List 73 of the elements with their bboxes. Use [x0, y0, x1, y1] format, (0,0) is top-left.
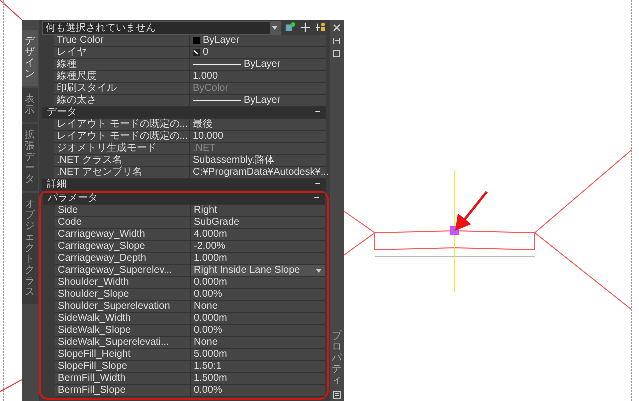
side-tab[interactable]: 表示 — [22, 88, 38, 122]
property-value[interactable]: 10.000 — [190, 131, 326, 142]
property-value[interactable]: 4.000m — [191, 229, 325, 240]
property-value[interactable]: 5.000m — [191, 349, 325, 360]
property-label: レイアウト モードの既定の... — [54, 119, 190, 130]
auto-hide-icon[interactable] — [333, 37, 341, 45]
property-label: Shoulder_Width — [55, 277, 191, 288]
property-label: 線種尺度 — [54, 71, 190, 82]
property-label: SlopeFill_Height — [55, 349, 191, 360]
property-value[interactable]: C:¥ProgramData¥Autodesk¥... — [190, 167, 330, 178]
property-value[interactable]: 1.50:1 — [191, 361, 325, 372]
settings-icon[interactable] — [333, 50, 341, 58]
palette-title: プロパティ — [332, 331, 342, 386]
crosshair-icon[interactable] — [300, 22, 311, 33]
property-label: .NET クラス名 — [54, 155, 190, 166]
property-value[interactable]: 1.000m — [191, 253, 325, 264]
side-tab[interactable]: 拡張データ — [22, 124, 38, 191]
property-label: Carriageway_Depth — [55, 253, 191, 264]
property-label: BermFill_Width — [55, 373, 191, 384]
property-value[interactable]: 0.00% — [191, 325, 325, 336]
property-label: BermFill_Slope — [55, 385, 191, 396]
property-label: SideWalk_Width — [55, 313, 191, 324]
property-label: SlopeFill_Slope — [55, 361, 191, 372]
property-label: 線種 — [54, 59, 190, 70]
property-label: 印刷スタイル — [54, 83, 190, 94]
property-label: Carriageway_Slope — [55, 241, 191, 252]
property-label: Shoulder_Slope — [55, 289, 191, 300]
property-label: SideWalk_Slope — [55, 325, 191, 336]
section-header[interactable]: パラメータ − — [43, 193, 325, 205]
property-value[interactable]: 0.000m — [191, 277, 325, 288]
property-label: Carriageway_Width — [55, 229, 191, 240]
property-value[interactable]: 0.00% — [191, 385, 325, 396]
caret-icon — [316, 268, 322, 272]
property-label: レイアウト モードの既定の... — [54, 131, 190, 142]
palette-icon[interactable] — [333, 391, 341, 399]
property-value[interactable]: -2.00% — [191, 241, 325, 252]
property-value[interactable]: ByLayer — [190, 35, 326, 46]
side-tab[interactable]: デザイン — [22, 30, 38, 86]
property-value[interactable]: None — [191, 301, 325, 312]
property-value[interactable]: 0 — [190, 47, 326, 58]
property-label: .NET アセンブリ名 — [54, 167, 190, 178]
section-header[interactable]: データ − — [42, 107, 326, 119]
caret-icon — [270, 22, 280, 34]
property-value[interactable]: ByLayer — [190, 59, 326, 70]
section-header[interactable]: 詳細 − — [42, 179, 326, 191]
property-label: SideWalk_Superelevati... — [55, 337, 191, 348]
property-value[interactable]: 1.500m — [191, 373, 325, 384]
property-value[interactable]: ByLayer — [190, 95, 326, 106]
property-label: レイヤ — [54, 47, 190, 58]
property-value[interactable]: Subassembly.路体 — [190, 155, 326, 166]
property-value[interactable]: SubGrade — [191, 217, 325, 228]
property-value[interactable]: None — [191, 337, 325, 348]
property-label: Code — [55, 217, 191, 228]
property-value[interactable]: 最後 — [190, 119, 326, 130]
side-tab[interactable]: オブジェクトクラス — [22, 193, 38, 304]
selection-dropdown[interactable]: 何も選択されていません — [42, 20, 281, 34]
line-sample — [193, 64, 241, 65]
property-label: True Color — [54, 35, 190, 46]
property-value[interactable]: 0.00% — [191, 289, 325, 300]
property-dropdown[interactable]: Right Inside Lane Slope — [191, 265, 325, 276]
property-label: Shoulder_Superelevation — [55, 301, 191, 312]
property-value[interactable]: 0.000m — [191, 313, 325, 324]
property-label: ジオメトリ生成モード — [54, 143, 190, 154]
color-swatch-icon — [193, 37, 200, 44]
line-sample — [193, 100, 241, 101]
property-label: Side — [55, 205, 191, 216]
layer-icon — [193, 49, 200, 56]
property-value[interactable]: Right — [191, 205, 325, 216]
property-value[interactable]: 1.000 — [190, 71, 326, 82]
close-icon[interactable] — [333, 24, 341, 32]
quick-select-icon[interactable] — [315, 22, 326, 33]
select-objects-icon[interactable] — [285, 22, 296, 33]
property-label: 線の太さ — [54, 95, 190, 106]
